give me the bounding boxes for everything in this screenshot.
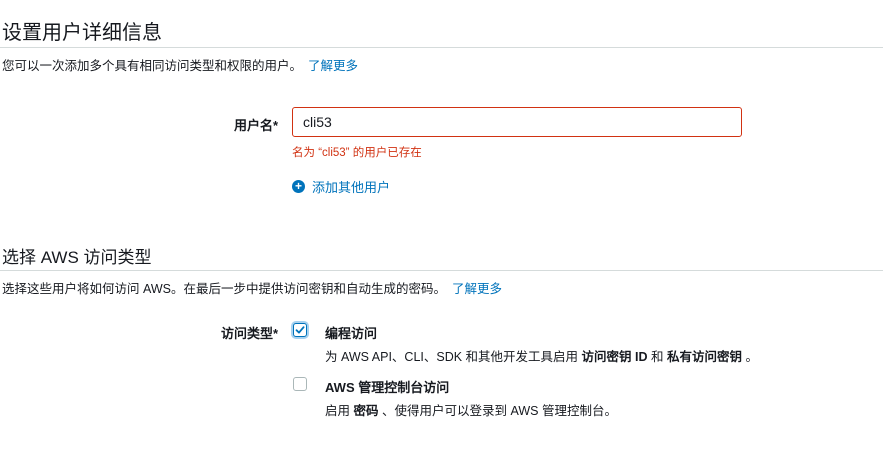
username-label: 用户名*	[233, 118, 278, 133]
access-type-label: 访问类型*	[220, 326, 278, 341]
programmatic-access-checkbox[interactable]	[293, 323, 307, 337]
desc-bold-text: 密码	[353, 404, 379, 418]
plus-circle-icon: +	[292, 180, 305, 193]
section-description: 您可以一次添加多个具有相同访问类型和权限的用户。 了解更多	[2, 55, 358, 74]
console-access-checkbox[interactable]	[293, 377, 307, 391]
description-text: 您可以一次添加多个具有相同访问类型和权限的用户。	[2, 59, 303, 73]
desc-bold-text: 私有访问密钥	[667, 350, 743, 364]
console-access-title: AWS 管理控制台访问	[325, 380, 450, 395]
username-error-message: 名为 “cli53” 的用户已存在	[292, 147, 422, 159]
programmatic-access-title: 编程访问	[325, 326, 378, 341]
desc-text: 为 AWS API、CLI、SDK 和其他开发工具启用	[325, 350, 579, 364]
section-divider	[0, 47, 883, 48]
console-access-description: 启用 密码 、使得用户可以登录到 AWS 管理控制台。	[325, 400, 617, 419]
learn-more-link[interactable]: 了解更多	[308, 59, 358, 73]
desc-text: 。	[745, 350, 759, 364]
programmatic-access-description: 为 AWS API、CLI、SDK 和其他开发工具启用 访问密钥 ID 和 私有…	[325, 346, 758, 365]
description-text: 选择这些用户将如何访问 AWS。在最后一步中提供访问密钥和自动生成的密码。	[2, 282, 446, 296]
section-divider	[0, 270, 883, 271]
desc-text: 启用	[325, 404, 351, 418]
add-user-label: 添加其他用户	[312, 180, 391, 195]
checkmark-icon	[295, 326, 305, 334]
add-another-user-button[interactable]: + 添加其他用户	[292, 177, 390, 196]
section-title-user-details: 设置用户详细信息	[2, 22, 162, 44]
username-input[interactable]	[292, 107, 742, 137]
section-title-access-type: 选择 AWS 访问类型	[2, 248, 152, 267]
desc-text: 和	[651, 350, 664, 364]
desc-bold-text: 访问密钥 ID	[581, 350, 648, 364]
desc-text: 、使得用户可以登录到 AWS 管理控制台。	[382, 404, 617, 418]
learn-more-link[interactable]: 了解更多	[452, 282, 502, 296]
section-description: 选择这些用户将如何访问 AWS。在最后一步中提供访问密钥和自动生成的密码。 了解更…	[2, 278, 502, 297]
